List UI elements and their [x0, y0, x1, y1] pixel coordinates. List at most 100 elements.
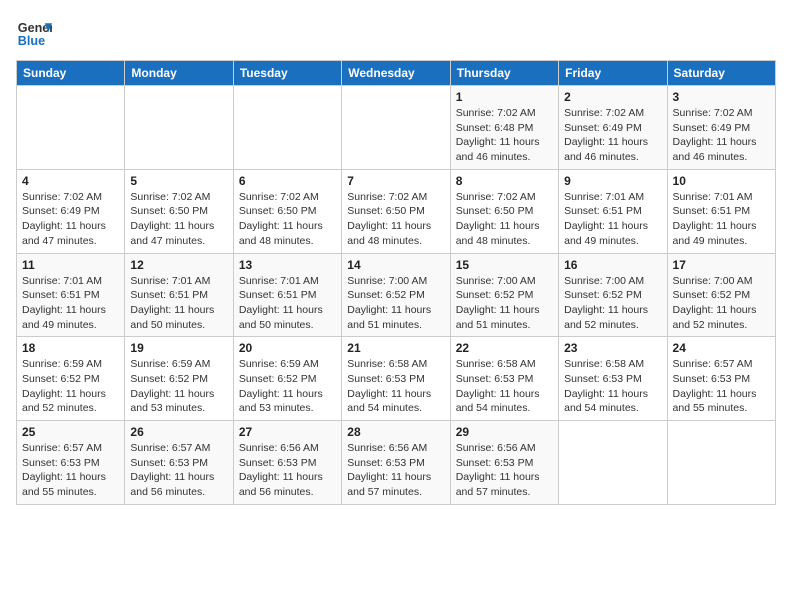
day-info: Sunrise: 6:59 AM Sunset: 6:52 PM Dayligh…: [239, 357, 336, 416]
day-info: Sunrise: 6:56 AM Sunset: 6:53 PM Dayligh…: [239, 441, 336, 500]
day-info: Sunrise: 6:59 AM Sunset: 6:52 PM Dayligh…: [130, 357, 227, 416]
day-of-week-header: Sunday: [17, 61, 125, 86]
day-number: 20: [239, 341, 336, 355]
day-number: 23: [564, 341, 661, 355]
day-info: Sunrise: 7:01 AM Sunset: 6:51 PM Dayligh…: [239, 274, 336, 333]
calendar-cell: 16 Sunrise: 7:00 AM Sunset: 6:52 PM Dayli…: [559, 253, 667, 337]
day-number: 1: [456, 90, 553, 104]
day-number: 13: [239, 258, 336, 272]
day-number: 16: [564, 258, 661, 272]
day-info: Sunrise: 7:02 AM Sunset: 6:50 PM Dayligh…: [239, 190, 336, 249]
calendar-cell: [125, 86, 233, 170]
calendar-week-row: 1 Sunrise: 7:02 AM Sunset: 6:48 PM Daylig…: [17, 86, 776, 170]
day-info: Sunrise: 7:02 AM Sunset: 6:50 PM Dayligh…: [456, 190, 553, 249]
day-number: 8: [456, 174, 553, 188]
calendar-cell: 2 Sunrise: 7:02 AM Sunset: 6:49 PM Daylig…: [559, 86, 667, 170]
calendar-cell: 15 Sunrise: 7:00 AM Sunset: 6:52 PM Dayli…: [450, 253, 558, 337]
day-number: 5: [130, 174, 227, 188]
day-number: 28: [347, 425, 444, 439]
calendar-cell: 17 Sunrise: 7:00 AM Sunset: 6:52 PM Dayli…: [667, 253, 775, 337]
calendar-cell: 6 Sunrise: 7:02 AM Sunset: 6:50 PM Daylig…: [233, 169, 341, 253]
calendar-cell: [342, 86, 450, 170]
day-info: Sunrise: 6:57 AM Sunset: 6:53 PM Dayligh…: [130, 441, 227, 500]
calendar-cell: 23 Sunrise: 6:58 AM Sunset: 6:53 PM Dayli…: [559, 337, 667, 421]
day-number: 24: [673, 341, 770, 355]
day-of-week-header: Monday: [125, 61, 233, 86]
svg-text:Blue: Blue: [18, 34, 45, 48]
calendar-cell: 14Sunrise: 7:00 AM Sunset: 6:52 PM Dayli…: [342, 253, 450, 337]
day-info: Sunrise: 7:02 AM Sunset: 6:50 PM Dayligh…: [130, 190, 227, 249]
day-number: 15: [456, 258, 553, 272]
calendar-cell: 3Sunrise: 7:02 AM Sunset: 6:49 PM Daylig…: [667, 86, 775, 170]
calendar-cell: 24 Sunrise: 6:57 AM Sunset: 6:53 PM Dayli…: [667, 337, 775, 421]
logo-icon: General Blue: [16, 16, 52, 52]
calendar-cell: 9 Sunrise: 7:01 AM Sunset: 6:51 PM Daylig…: [559, 169, 667, 253]
calendar-cell: 21 Sunrise: 6:58 AM Sunset: 6:53 PM Dayli…: [342, 337, 450, 421]
day-number: 26: [130, 425, 227, 439]
calendar-cell: [17, 86, 125, 170]
day-number: 22: [456, 341, 553, 355]
calendar-cell: 13 Sunrise: 7:01 AM Sunset: 6:51 PM Dayli…: [233, 253, 341, 337]
day-number: 17: [673, 258, 770, 272]
calendar-cell: 10 Sunrise: 7:01 AM Sunset: 6:51 PM Dayli…: [667, 169, 775, 253]
day-of-week-header: Thursday: [450, 61, 558, 86]
day-number: 18: [22, 341, 119, 355]
calendar-cell: 7Sunrise: 7:02 AM Sunset: 6:50 PM Daylig…: [342, 169, 450, 253]
day-number: 9: [564, 174, 661, 188]
day-info: Sunrise: 7:02 AM Sunset: 6:49 PM Dayligh…: [22, 190, 119, 249]
day-of-week-header: Friday: [559, 61, 667, 86]
calendar-cell: 11 Sunrise: 7:01 AM Sunset: 6:51 PM Dayli…: [17, 253, 125, 337]
day-info: Sunrise: 7:00 AM Sunset: 6:52 PM Dayligh…: [456, 274, 553, 333]
day-number: 7: [347, 174, 444, 188]
day-info: Sunrise: 6:58 AM Sunset: 6:53 PM Dayligh…: [456, 357, 553, 416]
day-info: Sunrise: 6:57 AM Sunset: 6:53 PM Dayligh…: [673, 357, 770, 416]
calendar-cell: 18 Sunrise: 6:59 AM Sunset: 6:52 PM Dayli…: [17, 337, 125, 421]
calendar-cell: 1 Sunrise: 7:02 AM Sunset: 6:48 PM Daylig…: [450, 86, 558, 170]
calendar-week-row: 25 Sunrise: 6:57 AM Sunset: 6:53 PM Dayli…: [17, 421, 776, 505]
day-info: Sunrise: 7:01 AM Sunset: 6:51 PM Dayligh…: [673, 190, 770, 249]
day-info: Sunrise: 6:56 AM Sunset: 6:53 PM Dayligh…: [347, 441, 444, 500]
calendar-week-row: 11 Sunrise: 7:01 AM Sunset: 6:51 PM Dayli…: [17, 253, 776, 337]
day-number: 6: [239, 174, 336, 188]
day-number: 25: [22, 425, 119, 439]
calendar-cell: 20 Sunrise: 6:59 AM Sunset: 6:52 PM Dayli…: [233, 337, 341, 421]
day-of-week-header: Tuesday: [233, 61, 341, 86]
day-info: Sunrise: 7:02 AM Sunset: 6:48 PM Dayligh…: [456, 106, 553, 165]
page-header: General Blue: [16, 16, 776, 52]
day-of-week-header: Wednesday: [342, 61, 450, 86]
day-of-week-header: Saturday: [667, 61, 775, 86]
calendar-cell: 4 Sunrise: 7:02 AM Sunset: 6:49 PM Daylig…: [17, 169, 125, 253]
day-info: Sunrise: 6:56 AM Sunset: 6:53 PM Dayligh…: [456, 441, 553, 500]
day-info: Sunrise: 7:01 AM Sunset: 6:51 PM Dayligh…: [564, 190, 661, 249]
day-number: 19: [130, 341, 227, 355]
day-info: Sunrise: 7:00 AM Sunset: 6:52 PM Dayligh…: [564, 274, 661, 333]
day-info: Sunrise: 7:00 AM Sunset: 6:52 PM Dayligh…: [673, 274, 770, 333]
day-number: 27: [239, 425, 336, 439]
calendar-cell: 8 Sunrise: 7:02 AM Sunset: 6:50 PM Daylig…: [450, 169, 558, 253]
day-info: Sunrise: 7:02 AM Sunset: 6:49 PM Dayligh…: [564, 106, 661, 165]
day-number: 4: [22, 174, 119, 188]
calendar-cell: 5 Sunrise: 7:02 AM Sunset: 6:50 PM Daylig…: [125, 169, 233, 253]
day-number: 14: [347, 258, 444, 272]
day-info: Sunrise: 6:59 AM Sunset: 6:52 PM Dayligh…: [22, 357, 119, 416]
day-number: 2: [564, 90, 661, 104]
calendar-cell: [559, 421, 667, 505]
calendar-week-row: 4 Sunrise: 7:02 AM Sunset: 6:49 PM Daylig…: [17, 169, 776, 253]
calendar-cell: 19 Sunrise: 6:59 AM Sunset: 6:52 PM Dayli…: [125, 337, 233, 421]
day-number: 29: [456, 425, 553, 439]
day-info: Sunrise: 7:01 AM Sunset: 6:51 PM Dayligh…: [130, 274, 227, 333]
calendar-week-row: 18 Sunrise: 6:59 AM Sunset: 6:52 PM Dayli…: [17, 337, 776, 421]
calendar-cell: 26 Sunrise: 6:57 AM Sunset: 6:53 PM Dayli…: [125, 421, 233, 505]
calendar-cell: [667, 421, 775, 505]
day-info: Sunrise: 6:58 AM Sunset: 6:53 PM Dayligh…: [564, 357, 661, 416]
day-number: 11: [22, 258, 119, 272]
day-number: 3: [673, 90, 770, 104]
day-info: Sunrise: 7:01 AM Sunset: 6:51 PM Dayligh…: [22, 274, 119, 333]
day-number: 21: [347, 341, 444, 355]
calendar-cell: 29 Sunrise: 6:56 AM Sunset: 6:53 PM Dayli…: [450, 421, 558, 505]
day-number: 10: [673, 174, 770, 188]
calendar-table: SundayMondayTuesdayWednesdayThursdayFrid…: [16, 60, 776, 505]
calendar-cell: 12Sunrise: 7:01 AM Sunset: 6:51 PM Dayli…: [125, 253, 233, 337]
day-info: Sunrise: 6:58 AM Sunset: 6:53 PM Dayligh…: [347, 357, 444, 416]
calendar-cell: 28 Sunrise: 6:56 AM Sunset: 6:53 PM Dayli…: [342, 421, 450, 505]
